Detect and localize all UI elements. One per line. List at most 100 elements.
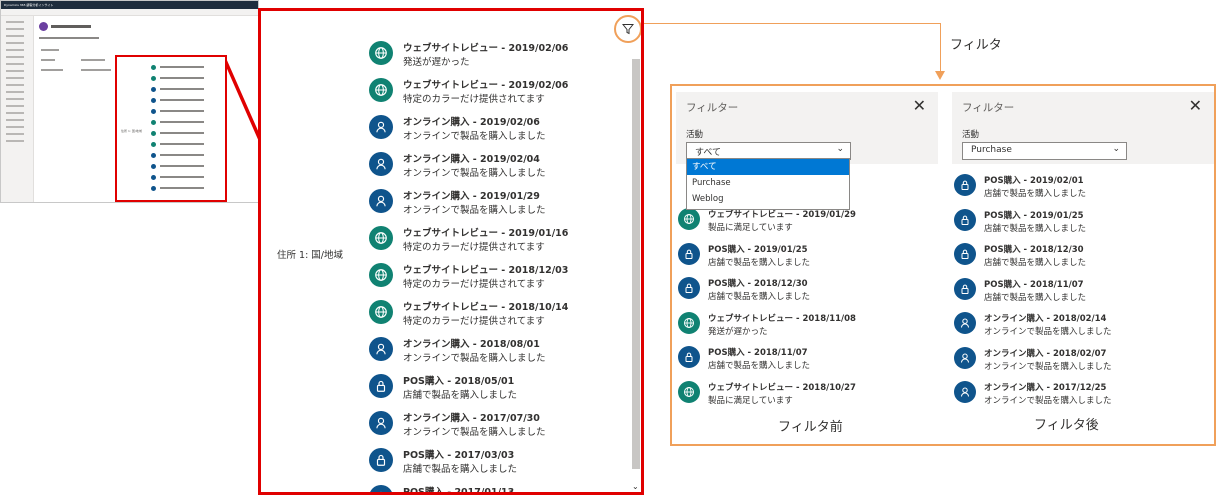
timeline-item[interactable]: POS購入 - 2018/12/30 店舗で製品を購入しました xyxy=(678,277,928,313)
lock-icon xyxy=(369,448,393,472)
scroll-down-icon[interactable]: ⌄ xyxy=(632,482,639,491)
timeline-item-subtitle: 店舗で製品を購入しました xyxy=(403,464,518,475)
timeline-item-title: POS購入 - 2017/03/03 xyxy=(403,450,515,461)
timeline-item-subtitle: オンラインで製品を購入しました xyxy=(403,427,546,438)
timeline-item[interactable]: オンライン購入 - 2019/02/04 オンラインで製品を購入しました xyxy=(369,150,619,190)
timeline-item-subtitle: オンラインで製品を購入しました xyxy=(984,396,1112,406)
globe-icon xyxy=(151,120,156,125)
filter-panel-after: フィルター ✕ 活動 Purchase ⌄ xyxy=(952,92,1214,164)
timeline-item[interactable]: ウェブサイトレビュー - 2019/01/29 製品に満足しています xyxy=(678,208,928,244)
lock-icon xyxy=(151,186,156,191)
filter-button[interactable] xyxy=(614,15,641,43)
annotation-line xyxy=(940,23,941,73)
timeline-item-subtitle: 製品に満足しています xyxy=(708,395,793,406)
chevron-down-icon: ⌄ xyxy=(1112,144,1120,154)
timeline-item-subtitle: オンラインで製品を購入しました xyxy=(403,131,546,142)
mini-row xyxy=(160,66,204,68)
mini-row xyxy=(160,88,204,90)
timeline-item[interactable]: POS購入 - 2017/01/13 xyxy=(369,483,619,495)
person-icon xyxy=(954,312,976,334)
timeline-item[interactable]: オンライン購入 - 2017/12/25 オンラインで製品を購入しました xyxy=(954,381,1204,417)
option-weblog[interactable]: Weblog xyxy=(687,191,849,207)
timeline-item[interactable]: POS購入 - 2018/05/01 店舗で製品を購入しました xyxy=(369,372,619,412)
timeline-item-subtitle: 特定のカラーだけ提供されてます xyxy=(403,94,545,105)
mini-row xyxy=(160,176,204,178)
timeline-item-title: POS購入 - 2019/02/01 xyxy=(984,176,1084,186)
timeline-item-title: POS購入 - 2018/12/30 xyxy=(708,279,808,289)
mini-row xyxy=(160,143,204,145)
timeline-item[interactable]: POS購入 - 2019/01/25 店舗で製品を購入しました xyxy=(954,208,1204,245)
timeline-item-title: オンライン購入 - 2017/07/30 xyxy=(403,413,540,424)
timeline-item[interactable]: POS購入 - 2018/11/07 店舗で製品を購入しました xyxy=(678,346,928,382)
close-icon[interactable]: ✕ xyxy=(1189,96,1202,115)
timeline-item-subtitle: 特定のカラーだけ提供されてます xyxy=(403,316,545,327)
timeline-item-title: ウェブサイトレビュー - 2018/12/03 xyxy=(403,265,569,276)
timeline-item-subtitle: オンラインで製品を購入しました xyxy=(984,327,1112,337)
lock-icon xyxy=(678,346,700,368)
timeline-item[interactable]: POS購入 - 2018/12/30 店舗で製品を購入しました xyxy=(954,243,1204,279)
timeline-item[interactable]: ウェブサイトレビュー - 2019/02/06 特定のカラーだけ提供されてます xyxy=(369,76,619,116)
timeline-item-title: ウェブサイトレビュー - 2018/10/27 xyxy=(708,382,856,393)
crm-thumbnail: Dynamics 365 顧客分析インサイト 住所 1: 国/地域 xyxy=(0,0,259,203)
timeline-item-title: ウェブサイトレビュー - 2019/02/06 xyxy=(403,43,569,54)
mini-sidebar xyxy=(1,16,34,202)
person-icon xyxy=(369,337,393,361)
timeline-item[interactable]: オンライン購入 - 2017/07/30 オンラインで製品を購入しました xyxy=(369,409,619,449)
lock-icon xyxy=(369,485,393,492)
timeline-item-subtitle: オンラインで製品を購入しました xyxy=(403,168,546,179)
lock-icon xyxy=(151,164,156,169)
timeline-item-subtitle: 発送が遅かった xyxy=(708,326,768,337)
activity-label: 活動 xyxy=(962,130,980,140)
timeline-item[interactable]: オンライン購入 - 2019/02/06 オンラインで製品を購入しました xyxy=(369,113,619,153)
timeline-item[interactable]: POS購入 - 2017/03/03 店舗で製品を購入しました xyxy=(369,446,619,486)
annotation-label: フィルタ xyxy=(950,38,1002,53)
timeline-item-title: POS購入 - 2018/05/01 xyxy=(403,376,515,387)
mini-row xyxy=(160,99,204,101)
filter-panel-title: フィルター xyxy=(962,102,1015,114)
scrollbar-thumb[interactable] xyxy=(632,59,640,469)
person-icon xyxy=(954,381,976,403)
mini-field xyxy=(41,69,63,71)
mini-command-bar xyxy=(1,9,258,16)
timeline-item[interactable]: ウェブサイトレビュー - 2019/01/16 特定のカラーだけ提供されてます xyxy=(369,224,619,264)
timeline-item-title: オンライン購入 - 2017/12/25 xyxy=(984,383,1107,393)
timeline-item-title: ウェブサイトレビュー - 2018/11/08 xyxy=(708,313,856,324)
option-all[interactable]: すべて xyxy=(687,159,849,175)
activity-dropdown[interactable]: すべて Purchase Weblog xyxy=(686,158,850,210)
timeline-item[interactable]: ウェブサイトレビュー - 2018/11/08 発送が遅かった xyxy=(678,311,928,348)
filter-icon xyxy=(622,24,634,35)
timeline-item-title: POS購入 - 2019/01/25 xyxy=(708,244,808,255)
timeline-item[interactable]: オンライン購入 - 2018/02/07 オンラインで製品を購入しました xyxy=(954,346,1204,383)
globe-icon xyxy=(678,208,700,230)
mini-field xyxy=(81,59,105,61)
activity-select[interactable]: Purchase ⌄ xyxy=(962,142,1127,160)
timeline-item[interactable]: POS購入 - 2019/02/01 店舗で製品を購入しました xyxy=(954,174,1204,210)
filter-panel-before: フィルター ✕ 活動 すべて ⌄ xyxy=(676,92,938,164)
timeline-item-subtitle: オンラインで製品を購入しました xyxy=(403,353,546,364)
timeline-item-title: POS購入 - 2018/11/07 xyxy=(708,348,808,358)
timeline-scrollbar[interactable]: ⌄ xyxy=(631,47,641,492)
globe-icon xyxy=(151,76,156,81)
person-icon xyxy=(151,87,156,92)
timeline-item[interactable]: ウェブサイトレビュー - 2019/02/06 発送が遅かった xyxy=(369,39,619,79)
timeline-item-title: POS購入 - 2018/11/07 xyxy=(984,279,1084,290)
timeline-item[interactable]: オンライン購入 - 2018/08/01 オンラインで製品を購入しました xyxy=(369,335,619,375)
timeline-item-title: オンライン購入 - 2018/08/01 xyxy=(403,339,540,350)
timeline-item[interactable]: ウェブサイトレビュー - 2018/12/03 特定のカラーだけ提供されてます xyxy=(369,261,619,301)
timeline-item-subtitle: オンラインで製品を購入しました xyxy=(984,361,1112,372)
timeline-item[interactable]: POS購入 - 2019/01/25 店舗で製品を購入しました xyxy=(678,242,928,279)
activity-select-value: すべて xyxy=(695,148,722,158)
timeline-item-title: POS購入 - 2017/01/13 xyxy=(403,487,515,495)
timeline-item[interactable]: オンライン購入 - 2018/02/14 オンラインで製品を購入しました xyxy=(954,312,1204,348)
mini-record-title xyxy=(51,25,91,28)
option-purchase[interactable]: Purchase xyxy=(687,175,849,191)
mini-app-bar: Dynamics 365 顧客分析インサイト xyxy=(1,1,258,9)
close-icon[interactable]: ✕ xyxy=(913,96,926,115)
timeline-item[interactable]: オンライン購入 - 2019/01/29 オンラインで製品を購入しました xyxy=(369,187,619,227)
lock-icon xyxy=(678,242,700,265)
mini-field xyxy=(41,59,55,61)
timeline-item[interactable]: ウェブサイトレビュー - 2018/10/27 製品に満足しています xyxy=(678,380,928,417)
timeline-item[interactable]: ウェブサイトレビュー - 2018/10/14 特定のカラーだけ提供されてます xyxy=(369,298,619,338)
timeline-item[interactable]: POS購入 - 2018/11/07 店舗で製品を購入しました xyxy=(954,277,1204,314)
lock-icon xyxy=(678,277,700,299)
